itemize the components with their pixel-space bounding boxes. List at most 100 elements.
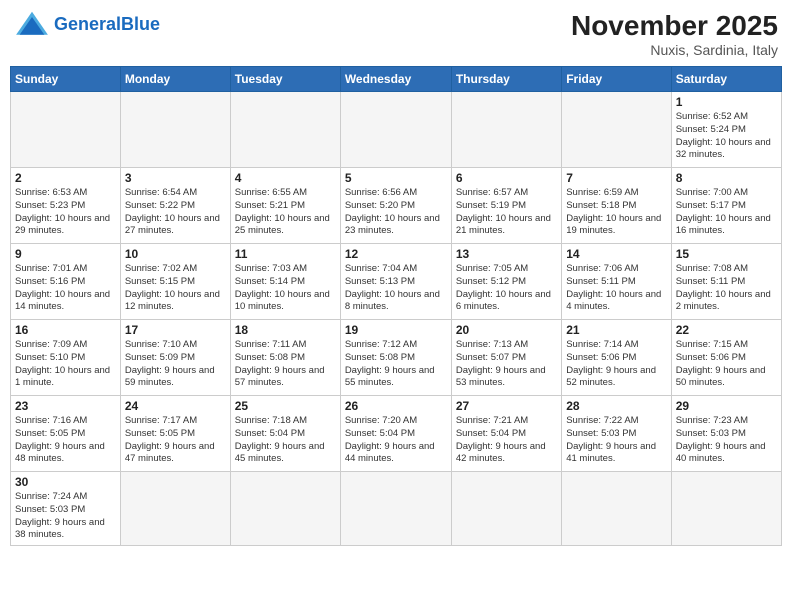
day-info: Sunrise: 7:08 AM Sunset: 5:11 PM Dayligh… — [676, 263, 777, 314]
day-number: 27 — [456, 399, 557, 413]
day-cell — [120, 472, 230, 546]
day-cell: 29 Sunrise: 7:23 AM Sunset: 5:03 PM Dayli… — [671, 396, 781, 472]
day-info: Sunrise: 7:20 AM Sunset: 5:04 PM Dayligh… — [345, 415, 447, 466]
day-info: Sunrise: 7:16 AM Sunset: 5:05 PM Dayligh… — [15, 415, 116, 466]
day-info: Sunrise: 7:18 AM Sunset: 5:04 PM Dayligh… — [235, 415, 336, 466]
day-number: 22 — [676, 323, 777, 337]
day-number: 23 — [15, 399, 116, 413]
day-number: 16 — [15, 323, 116, 337]
weekday-header-friday: Friday — [562, 67, 671, 92]
day-number: 28 — [566, 399, 666, 413]
day-number: 21 — [566, 323, 666, 337]
week-row-2: 9Sunrise: 7:01 AM Sunset: 5:16 PM Daylig… — [11, 244, 782, 320]
logo-blue: Blue — [121, 14, 160, 34]
page: GeneralBlue November 2025 Nuxis, Sardini… — [0, 0, 792, 612]
weekday-header-monday: Monday — [120, 67, 230, 92]
day-info: Sunrise: 7:15 AM Sunset: 5:06 PM Dayligh… — [676, 339, 777, 390]
calendar: SundayMondayTuesdayWednesdayThursdayFrid… — [10, 66, 782, 546]
day-info: Sunrise: 7:14 AM Sunset: 5:06 PM Dayligh… — [566, 339, 666, 390]
day-number: 17 — [125, 323, 226, 337]
day-cell — [340, 472, 451, 546]
week-row-3: 16 Sunrise: 7:09 AM Sunset: 5:10 PM Dayli… — [11, 320, 782, 396]
day-cell: 20Sunrise: 7:13 AM Sunset: 5:07 PM Dayli… — [451, 320, 561, 396]
day-cell — [562, 92, 671, 168]
day-cell: 24 Sunrise: 7:17 AM Sunset: 5:05 PM Dayli… — [120, 396, 230, 472]
day-info: Sunrise: 7:03 AM Sunset: 5:14 PM Dayligh… — [235, 263, 336, 314]
day-info: Sunrise: 7:01 AM Sunset: 5:16 PM Dayligh… — [15, 263, 116, 314]
day-cell: 15 Sunrise: 7:08 AM Sunset: 5:11 PM Dayli… — [671, 244, 781, 320]
day-cell: 16 Sunrise: 7:09 AM Sunset: 5:10 PM Dayli… — [11, 320, 121, 396]
day-cell: 14 Sunrise: 7:06 AM Sunset: 5:11 PM Dayli… — [562, 244, 671, 320]
day-cell: 17 Sunrise: 7:10 AM Sunset: 5:09 PM Dayli… — [120, 320, 230, 396]
weekday-header-wednesday: Wednesday — [340, 67, 451, 92]
day-info: Sunrise: 6:55 AM Sunset: 5:21 PM Dayligh… — [235, 187, 336, 238]
day-cell: 6 Sunrise: 6:57 AM Sunset: 5:19 PM Daylig… — [451, 168, 561, 244]
day-number: 19 — [345, 323, 447, 337]
week-row-0: 1Sunrise: 6:52 AM Sunset: 5:24 PM Daylig… — [11, 92, 782, 168]
day-cell — [120, 92, 230, 168]
day-number: 12 — [345, 247, 447, 261]
day-info: Sunrise: 7:06 AM Sunset: 5:11 PM Dayligh… — [566, 263, 666, 314]
day-cell: 8 Sunrise: 7:00 AM Sunset: 5:17 PM Daylig… — [671, 168, 781, 244]
day-cell: 2Sunrise: 6:53 AM Sunset: 5:23 PM Daylig… — [11, 168, 121, 244]
day-cell: 9Sunrise: 7:01 AM Sunset: 5:16 PM Daylig… — [11, 244, 121, 320]
day-number: 24 — [125, 399, 226, 413]
day-number: 14 — [566, 247, 666, 261]
day-cell: 22 Sunrise: 7:15 AM Sunset: 5:06 PM Dayli… — [671, 320, 781, 396]
day-cell: 7 Sunrise: 6:59 AM Sunset: 5:18 PM Daylig… — [562, 168, 671, 244]
day-cell: 30Sunrise: 7:24 AM Sunset: 5:03 PM Dayli… — [11, 472, 121, 546]
day-info: Sunrise: 6:57 AM Sunset: 5:19 PM Dayligh… — [456, 187, 557, 238]
day-info: Sunrise: 7:17 AM Sunset: 5:05 PM Dayligh… — [125, 415, 226, 466]
day-cell: 10Sunrise: 7:02 AM Sunset: 5:15 PM Dayli… — [120, 244, 230, 320]
logo-general: General — [54, 14, 121, 34]
day-info: Sunrise: 7:21 AM Sunset: 5:04 PM Dayligh… — [456, 415, 557, 466]
day-number: 2 — [15, 171, 116, 185]
logo-icon — [14, 10, 50, 40]
day-cell: 12 Sunrise: 7:04 AM Sunset: 5:13 PM Dayli… — [340, 244, 451, 320]
day-cell — [340, 92, 451, 168]
day-number: 29 — [676, 399, 777, 413]
day-info: Sunrise: 7:02 AM Sunset: 5:15 PM Dayligh… — [125, 263, 226, 314]
day-number: 15 — [676, 247, 777, 261]
day-info: Sunrise: 7:23 AM Sunset: 5:03 PM Dayligh… — [676, 415, 777, 466]
day-cell: 1Sunrise: 6:52 AM Sunset: 5:24 PM Daylig… — [671, 92, 781, 168]
day-info: Sunrise: 7:04 AM Sunset: 5:13 PM Dayligh… — [345, 263, 447, 314]
day-cell: 21 Sunrise: 7:14 AM Sunset: 5:06 PM Dayli… — [562, 320, 671, 396]
day-info: Sunrise: 7:00 AM Sunset: 5:17 PM Dayligh… — [676, 187, 777, 238]
day-number: 25 — [235, 399, 336, 413]
day-number: 18 — [235, 323, 336, 337]
day-number: 7 — [566, 171, 666, 185]
day-cell: 5Sunrise: 6:56 AM Sunset: 5:20 PM Daylig… — [340, 168, 451, 244]
day-number: 8 — [676, 171, 777, 185]
day-info: Sunrise: 7:10 AM Sunset: 5:09 PM Dayligh… — [125, 339, 226, 390]
day-number: 11 — [235, 247, 336, 261]
weekday-header-sunday: Sunday — [11, 67, 121, 92]
day-cell — [11, 92, 121, 168]
day-cell: 18Sunrise: 7:11 AM Sunset: 5:08 PM Dayli… — [230, 320, 340, 396]
day-number: 6 — [456, 171, 557, 185]
day-cell: 27 Sunrise: 7:21 AM Sunset: 5:04 PM Dayli… — [451, 396, 561, 472]
day-info: Sunrise: 6:52 AM Sunset: 5:24 PM Dayligh… — [676, 111, 777, 162]
day-number: 13 — [456, 247, 557, 261]
day-cell: 25 Sunrise: 7:18 AM Sunset: 5:04 PM Dayli… — [230, 396, 340, 472]
day-cell: 3Sunrise: 6:54 AM Sunset: 5:22 PM Daylig… — [120, 168, 230, 244]
day-info: Sunrise: 7:09 AM Sunset: 5:10 PM Dayligh… — [15, 339, 116, 390]
weekday-header-thursday: Thursday — [451, 67, 561, 92]
week-row-5: 30Sunrise: 7:24 AM Sunset: 5:03 PM Dayli… — [11, 472, 782, 546]
day-info: Sunrise: 6:56 AM Sunset: 5:20 PM Dayligh… — [345, 187, 447, 238]
week-row-1: 2Sunrise: 6:53 AM Sunset: 5:23 PM Daylig… — [11, 168, 782, 244]
day-info: Sunrise: 6:54 AM Sunset: 5:22 PM Dayligh… — [125, 187, 226, 238]
weekday-header-row: SundayMondayTuesdayWednesdayThursdayFrid… — [11, 67, 782, 92]
weekday-header-saturday: Saturday — [671, 67, 781, 92]
week-row-4: 23 Sunrise: 7:16 AM Sunset: 5:05 PM Dayli… — [11, 396, 782, 472]
logo-text: GeneralBlue — [54, 15, 160, 35]
day-cell — [451, 92, 561, 168]
day-info: Sunrise: 7:24 AM Sunset: 5:03 PM Dayligh… — [15, 491, 116, 542]
day-cell — [230, 92, 340, 168]
day-info: Sunrise: 6:59 AM Sunset: 5:18 PM Dayligh… — [566, 187, 666, 238]
day-cell — [562, 472, 671, 546]
day-number: 4 — [235, 171, 336, 185]
day-cell: 11 Sunrise: 7:03 AM Sunset: 5:14 PM Dayli… — [230, 244, 340, 320]
day-cell — [671, 472, 781, 546]
day-cell: 19Sunrise: 7:12 AM Sunset: 5:08 PM Dayli… — [340, 320, 451, 396]
